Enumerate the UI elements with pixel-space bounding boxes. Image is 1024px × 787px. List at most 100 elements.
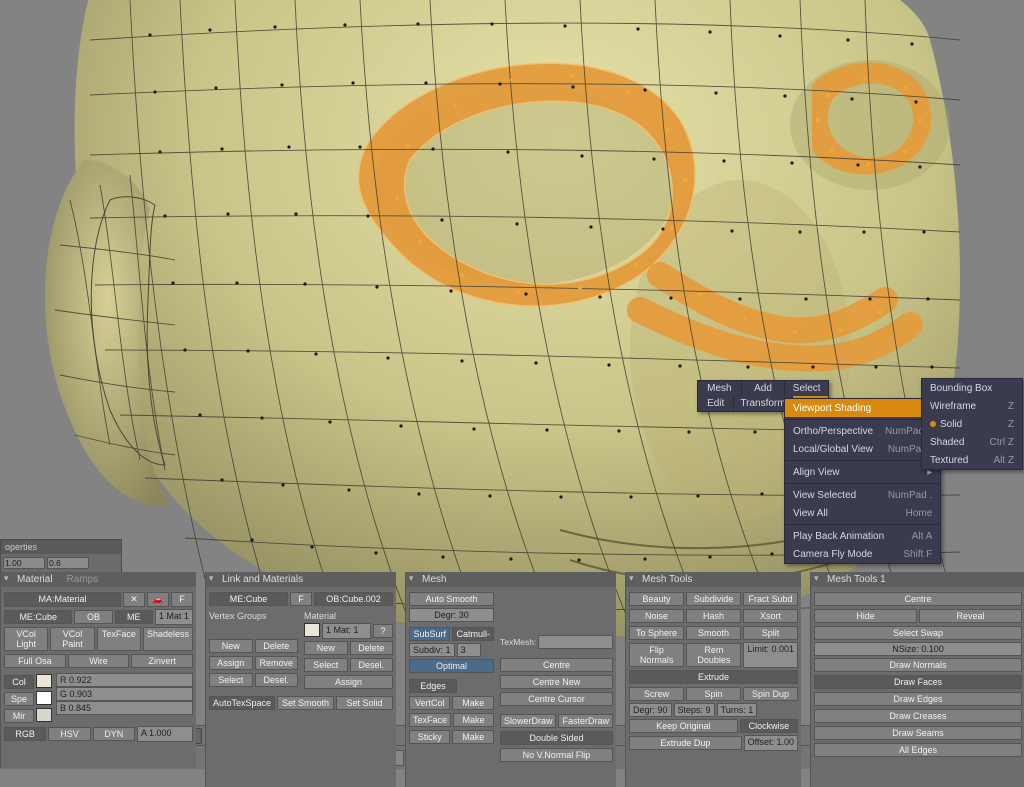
tab-ramps[interactable]: Ramps: [66, 574, 98, 585]
reveal[interactable]: Reveal: [919, 609, 1022, 623]
fasterdraw[interactable]: FasterDraw: [558, 714, 613, 728]
full-osa[interactable]: Full Osa: [4, 654, 66, 668]
centre[interactable]: Centre: [500, 658, 613, 672]
menu-item[interactable]: Ortho/PerspectiveNumPad 5: [785, 422, 940, 440]
ob-button[interactable]: OB: [74, 610, 112, 624]
texface[interactable]: TexFace: [409, 713, 451, 727]
spe-swatch[interactable]: [36, 691, 52, 705]
mat-help[interactable]: ?: [373, 624, 393, 638]
sticky-make[interactable]: Make: [452, 730, 493, 744]
b-value[interactable]: B 0.845: [56, 701, 193, 715]
auto-smooth[interactable]: Auto Smooth: [409, 592, 494, 606]
menu-item[interactable]: ShadedCtrl Z: [922, 433, 1022, 451]
ob-name[interactable]: OB:Cube.002: [314, 592, 393, 606]
spin[interactable]: Spin: [686, 687, 741, 701]
slowerdraw[interactable]: SlowerDraw: [500, 714, 557, 728]
fract-subd[interactable]: Fract Subd: [743, 592, 798, 606]
menu-mesh[interactable]: Mesh: [698, 381, 741, 396]
mat-count[interactable]: 1 Mat 1: [155, 609, 193, 625]
menu-edit[interactable]: Edit: [698, 396, 733, 411]
mir-button[interactable]: Mir: [4, 709, 34, 723]
texface-make[interactable]: Make: [453, 713, 494, 727]
draw-faces[interactable]: Draw Faces: [814, 675, 1022, 689]
smooth[interactable]: Smooth: [686, 626, 741, 640]
mat-desel[interactable]: Desel.: [350, 658, 394, 672]
col-button[interactable]: Col: [4, 675, 34, 689]
vertcol[interactable]: VertCol: [409, 696, 450, 710]
f-button[interactable]: F: [171, 592, 193, 607]
subsurf[interactable]: SubSurf: [409, 627, 450, 641]
keep-original[interactable]: Keep Original: [629, 719, 738, 733]
f-button[interactable]: F: [290, 592, 312, 606]
menu-item[interactable]: Camera Fly ModeShift F: [785, 545, 940, 563]
mat-select[interactable]: Select: [304, 658, 348, 672]
steps[interactable]: Steps: 9: [674, 703, 715, 717]
viewport-shading-submenu[interactable]: Bounding BoxWireframeZSolidZShadedCtrl Z…: [921, 378, 1023, 470]
turns[interactable]: Turns: 1: [717, 703, 758, 717]
flip-normals[interactable]: Flip Normals: [629, 643, 684, 667]
g-value[interactable]: G 0.903: [56, 687, 193, 701]
spin-dup[interactable]: Spin Dup: [743, 687, 798, 701]
vg-select[interactable]: Select: [209, 673, 253, 687]
menu-add[interactable]: Add: [741, 381, 785, 396]
mat-swatch[interactable]: [304, 623, 320, 637]
hide[interactable]: Hide: [814, 609, 917, 623]
catmull[interactable]: Catmull-: [452, 627, 494, 641]
val-2[interactable]: [47, 557, 89, 569]
vg-assign[interactable]: Assign: [209, 656, 253, 670]
zinvert[interactable]: Zinvert: [131, 654, 193, 668]
wire[interactable]: Wire: [68, 654, 130, 668]
double-sided[interactable]: Double Sided: [500, 731, 613, 745]
sticky[interactable]: Sticky: [409, 730, 450, 744]
to-sphere[interactable]: To Sphere: [629, 626, 684, 640]
menu-item[interactable]: View AllHome: [785, 504, 940, 522]
degr[interactable]: Degr: 90: [629, 703, 672, 717]
vertcol-make[interactable]: Make: [452, 696, 493, 710]
select-swap[interactable]: Select Swap: [814, 626, 1022, 640]
mat-index[interactable]: 1 Mat: 1: [322, 623, 371, 639]
limit[interactable]: Limit: 0.001: [743, 642, 798, 668]
mat-delete[interactable]: Delete: [350, 641, 394, 655]
optimal[interactable]: Optimal: [409, 659, 494, 673]
rem-doubles[interactable]: Rem Doubles: [686, 643, 741, 667]
centre-cursor[interactable]: Centre Cursor: [500, 692, 613, 706]
texface[interactable]: TexFace: [97, 627, 141, 651]
val-1[interactable]: [3, 557, 45, 569]
subdiv[interactable]: Subdiv: 1: [409, 643, 455, 657]
mat-assign[interactable]: Assign: [304, 675, 393, 689]
menu-item[interactable]: Viewport Shading: [785, 399, 940, 417]
degr[interactable]: Degr: 30: [409, 608, 494, 622]
extrude-dup[interactable]: Extrude Dup: [629, 736, 742, 750]
split[interactable]: Split: [743, 626, 798, 640]
offset[interactable]: Offset: 1.00: [744, 735, 798, 751]
menu-item[interactable]: SolidZ: [922, 415, 1022, 433]
menu-item[interactable]: View SelectedNumPad .: [785, 486, 940, 504]
set-smooth[interactable]: Set Smooth: [277, 696, 334, 710]
draw-creases[interactable]: Draw Creases: [814, 709, 1022, 723]
subdiv-render[interactable]: 3: [457, 643, 481, 657]
xsort[interactable]: Xsort: [743, 609, 798, 623]
link-me[interactable]: ME:Cube: [4, 610, 72, 624]
a-value[interactable]: A 1.000: [137, 726, 193, 742]
mat-new[interactable]: New: [304, 641, 348, 655]
centre-new[interactable]: Centre New: [500, 675, 613, 689]
vg-remove[interactable]: Remove: [255, 656, 299, 670]
menu-item[interactable]: Bounding Box: [922, 379, 1022, 397]
all-edges[interactable]: All Edges: [814, 743, 1022, 757]
centre[interactable]: Centre: [814, 592, 1022, 606]
vg-delete[interactable]: Delete: [255, 639, 299, 653]
subdivide[interactable]: Subdivide: [686, 592, 741, 606]
nsize[interactable]: NSize: 0.100: [814, 642, 1022, 656]
hsv-button[interactable]: HSV: [48, 727, 90, 741]
noise[interactable]: Noise: [629, 609, 684, 623]
set-solid[interactable]: Set Solid: [336, 696, 393, 710]
r-value[interactable]: R 0.922: [56, 673, 193, 687]
mir-swatch[interactable]: [36, 708, 52, 722]
view-submenu[interactable]: Viewport Shading Ortho/PerspectiveNumPad …: [784, 398, 941, 564]
hash[interactable]: Hash: [686, 609, 741, 623]
draw-edges[interactable]: Draw Edges: [814, 692, 1022, 706]
menu-item[interactable]: Play Back AnimationAlt A: [785, 527, 940, 545]
spe-button[interactable]: Spe: [4, 692, 34, 706]
menu-item[interactable]: Local/Global ViewNumPad /: [785, 440, 940, 458]
extrude[interactable]: Extrude: [629, 670, 798, 684]
